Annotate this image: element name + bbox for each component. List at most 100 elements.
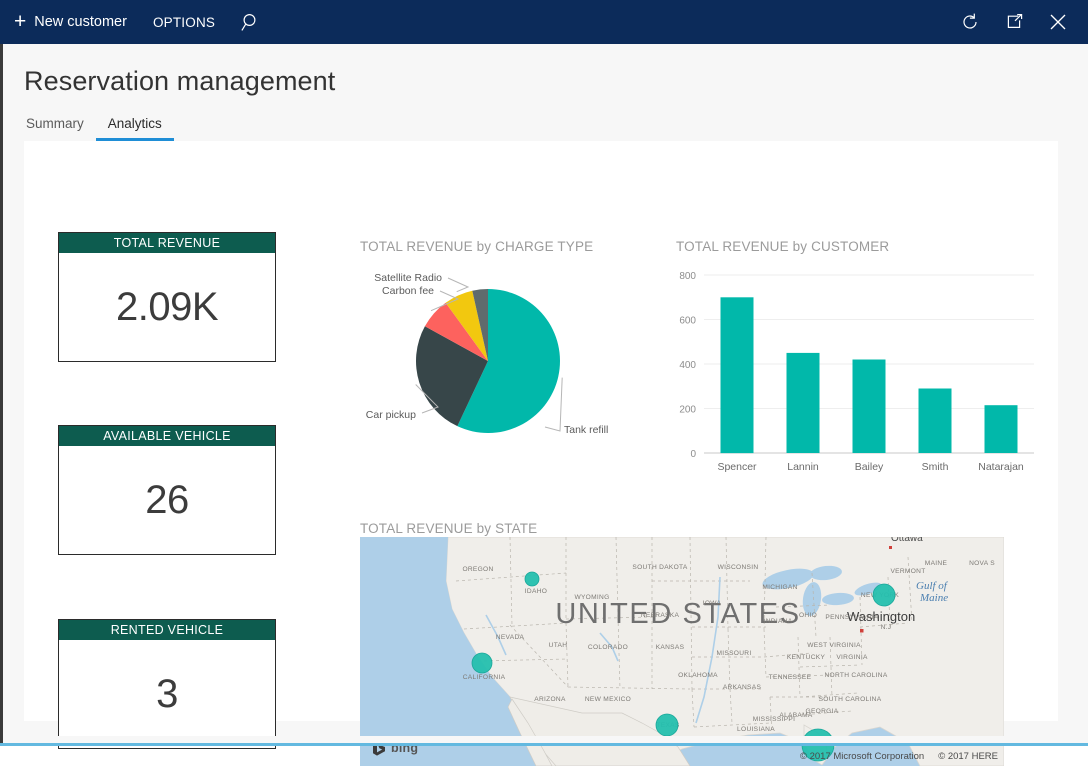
plus-icon: + [14,11,26,32]
bar-x-tick-label: Spencer [717,461,757,473]
map-state-label: MAINE [925,560,948,567]
refresh-button[interactable] [948,0,992,44]
page-title-wrap: Reservation management [24,66,335,97]
kpi-value: 26 [145,478,189,523]
map-state-label: TENNESSEE [769,674,812,681]
pie-chart[interactable]: Tank refill Car pickup Carbon feeSatellite… [360,261,640,476]
map-state-label: OHIO [799,612,817,619]
kpi-body: 3 [59,640,275,748]
command-bar-right [948,0,1088,44]
map-state-label: IDAHO [525,588,547,595]
bar-bailey[interactable] [853,360,886,454]
popout-button[interactable] [992,0,1036,44]
refresh-icon [960,12,980,32]
map-credit-microsoft: © 2017 Microsoft Corporation [800,751,924,762]
bar-y-axis-ticks: 0200400600800 [679,271,696,460]
map-sea-label: Gulf of [916,580,949,592]
bottom-scroll-area[interactable] [0,736,1088,746]
map-state-label: INDIANA [764,618,793,625]
map-visual[interactable]: UNITED STATES Washington Gulf of Maine O… [360,537,1004,766]
map-state-label: COLORADO [588,644,628,651]
tab-analytics[interactable]: Analytics [96,116,174,141]
map-bubble-idaho[interactable] [525,572,539,586]
tab-summary[interactable]: Summary [24,116,96,141]
pie-label-car-pickup: Car pickup [366,409,416,421]
map-ottawa-dot [889,546,892,549]
left-rail [0,44,3,736]
map-state-label: VIRGINIA [836,654,868,661]
bar-y-tick-label: 800 [679,271,696,282]
kpi-title: RENTED VEHICLE [59,620,275,640]
bar-y-tick-label: 0 [690,449,696,460]
map-state-label: KANSAS [656,644,685,651]
command-bar-left: + New customer OPTIONS [0,0,275,44]
map-title: TOTAL REVENUE by STATE [360,521,537,536]
map-state-label: UTAH [549,642,568,649]
options-button[interactable]: OPTIONS [141,0,227,44]
kpi-value: 3 [156,672,178,717]
tab-strip: Summary Analytics [24,116,174,141]
map-state-label: SOUTH DAKOTA [632,564,687,571]
map-state-label: OKLAHOMA [678,672,718,679]
close-button[interactable] [1036,0,1080,44]
bar-natarajan[interactable] [985,405,1018,453]
close-icon [1047,11,1069,33]
map-state-label: CALIFORNIA [463,674,506,681]
bar-chart[interactable]: 0200400600800 SpencerLanninBaileySmithNa… [664,255,1044,490]
bar-x-tick-label: Bailey [855,461,884,473]
options-label: OPTIONS [153,15,215,30]
bar-smith[interactable] [919,389,952,454]
pie-label-carbon-fee: Carbon fee [382,285,434,297]
analytics-card: TOTAL REVENUE 2.09K AVAILABLE VEHICLE 26… [24,141,1058,721]
command-bar: + New customer OPTIONS [0,0,1088,44]
map-state-label: NEBRASKA [641,612,680,619]
map-sea-label-2: Maine [919,592,948,604]
pie-leader-line [448,278,468,292]
new-customer-button[interactable]: + New customer [0,0,141,44]
kpi-tile-available-vehicle[interactable]: AVAILABLE VEHICLE 26 [58,425,276,555]
map-state-label: OREGON [462,566,493,573]
map-state-label: NEVADA [496,634,525,641]
map-bubble-texas[interactable] [656,714,678,736]
bar-lannin[interactable] [787,353,820,453]
bar-x-tick-label: Lannin [787,461,819,473]
bar-x-axis-ticks: SpencerLanninBaileySmithNatarajan [717,461,1023,473]
search-button[interactable] [227,0,275,44]
map-state-label: KENTUCKY [787,654,826,661]
map-state-label: NEW MEXICO [585,696,631,703]
kpi-title: TOTAL REVENUE [59,233,275,253]
map-canvas: UNITED STATES Washington Gulf of Maine O… [360,537,1004,766]
kpi-title: AVAILABLE VEHICLE [59,426,275,446]
map-state-label: ARKANSAS [723,684,762,691]
pie-chart-title: TOTAL REVENUE by CHARGE TYPE [360,239,593,254]
bar-y-tick-label: 600 [679,316,696,327]
map-bubble-california[interactable] [472,653,492,673]
pie-label-tank-refill: Tank refill [564,424,608,436]
map-state-label: N.J [881,624,892,631]
page-title: Reservation management [24,66,335,97]
map-state-label: SOUTH CAROLINA [819,696,882,703]
search-icon [241,12,261,32]
page-body: Reservation management Summary Analytics… [0,44,1088,746]
kpi-body: 2.09K [59,253,275,361]
map-state-label: WISCONSIN [718,564,759,571]
pie-slices[interactable] [416,289,560,433]
map-state-label: WEST VIRGINIA [807,642,861,649]
map-state-label: MISSOURI [716,650,751,657]
map-capital-dot [860,629,864,633]
bar-series[interactable] [721,297,1018,453]
map-state-label: GEORGIA [806,708,839,715]
new-customer-label: New customer [34,14,127,30]
bar-spencer[interactable] [721,297,754,453]
map-state-label: ARIZONA [534,696,566,703]
map-bubble-new-york[interactable] [873,584,895,606]
bar-y-tick-label: 200 [679,405,696,416]
map-state-label: PENNSYLVANIA [825,614,878,621]
map-state-label: VERMONT [890,568,925,575]
kpi-tile-rented-vehicle[interactable]: RENTED VEHICLE 3 [58,619,276,749]
map-city-ottawa: Ottawa [891,537,923,544]
pie-label-satellite-radio: Satellite Radio [374,272,442,284]
bar-chart-title: TOTAL REVENUE by CUSTOMER [676,239,889,254]
kpi-tile-total-revenue[interactable]: TOTAL REVENUE 2.09K [58,232,276,362]
kpi-body: 26 [59,446,275,554]
